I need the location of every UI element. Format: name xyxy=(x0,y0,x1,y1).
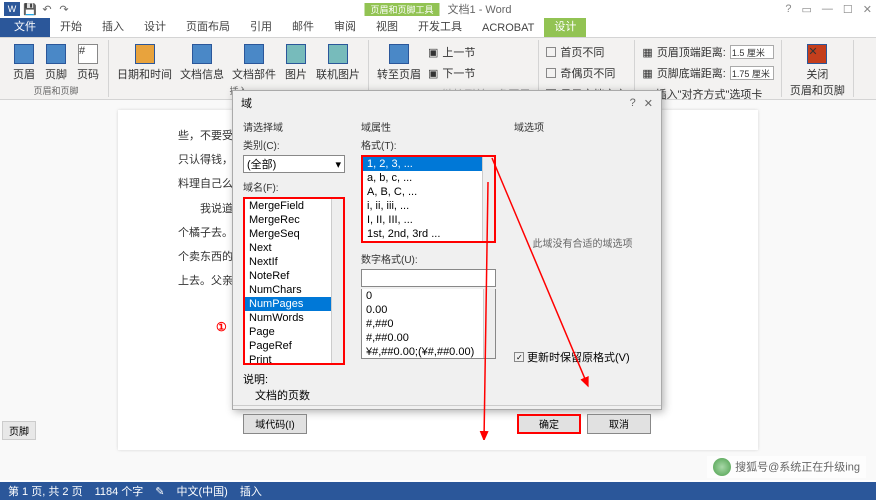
prev-section[interactable]: ▣ 上一节 xyxy=(427,42,532,62)
ok-button[interactable]: 确定 xyxy=(517,414,581,434)
header-top-dist[interactable]: ▦ 页眉顶端距离:1.5 厘米 xyxy=(641,42,774,62)
datetime-button[interactable]: 日期和时间 xyxy=(115,42,174,84)
diff-first-page[interactable]: 首页不同 xyxy=(545,42,628,62)
annotation-1: ① xyxy=(216,320,227,334)
dialog-title: 域 xyxy=(241,95,252,111)
word-icon: W xyxy=(4,2,20,16)
pagenum-button[interactable]: #页码 xyxy=(74,42,102,84)
contextual-tab-group: 页眉和页脚工具 xyxy=(365,3,440,16)
tab-insert[interactable]: 插入 xyxy=(92,15,134,37)
numfmt-input[interactable] xyxy=(361,269,496,287)
status-lang[interactable]: 中文(中国) xyxy=(177,483,228,499)
avatar-icon xyxy=(713,458,731,476)
tab-hf-design[interactable]: 设计 xyxy=(544,15,586,37)
docinfo-button[interactable]: 文档信息 xyxy=(178,42,226,84)
next-section[interactable]: ▣ 下一节 xyxy=(427,63,532,83)
status-mode[interactable]: 插入 xyxy=(240,483,262,499)
tab-acrobat[interactable]: ACROBAT xyxy=(472,19,544,37)
status-bar: 第 1 页, 共 2 页 1184 个字 ✎ 中文(中国) 插入 xyxy=(0,482,876,500)
maximize-icon[interactable]: ☐ xyxy=(843,3,853,16)
tab-design[interactable]: 设计 xyxy=(134,15,176,37)
file-tab[interactable]: 文件 xyxy=(0,15,50,37)
tab-developer[interactable]: 开发工具 xyxy=(408,15,472,37)
status-proof-icon[interactable]: ✎ xyxy=(155,485,164,498)
ribbon-options-icon[interactable]: ▭ xyxy=(802,3,812,16)
save-icon[interactable]: 💾 xyxy=(23,2,37,16)
field-dialog: 域 ? ✕ 请选择域 类别(C): (全部)▾ 域名(F): MergeFiel… xyxy=(232,90,662,410)
scrollbar[interactable] xyxy=(482,157,494,241)
scrollbar[interactable] xyxy=(331,199,343,363)
picture-button[interactable]: 图片 xyxy=(282,42,310,84)
minimize-icon[interactable]: — xyxy=(822,3,833,16)
footer-tab-label: 页脚 xyxy=(2,421,36,440)
goto-header-button[interactable]: 转至页眉 xyxy=(375,42,423,84)
preserve-checkbox[interactable]: 更新时保留原格式(V) xyxy=(514,349,651,365)
document-title: 文档1 - Word xyxy=(448,1,512,17)
header-button[interactable]: 页眉 xyxy=(10,42,38,84)
online-picture-button[interactable]: 联机图片 xyxy=(314,42,362,84)
tab-review[interactable]: 审阅 xyxy=(324,15,366,37)
dialog-close-icon[interactable]: ✕ xyxy=(644,97,653,110)
status-page[interactable]: 第 1 页, 共 2 页 xyxy=(8,483,83,499)
chevron-down-icon: ▾ xyxy=(335,158,341,171)
status-words[interactable]: 1184 个字 xyxy=(95,483,144,499)
footer-bottom-dist[interactable]: ▦ 页脚底端距离:1.75 厘米 xyxy=(641,63,774,83)
quick-access-toolbar: W 💾 ↶ ↷ xyxy=(0,1,75,17)
help-icon[interactable]: ? xyxy=(785,3,791,16)
field-codes-button[interactable]: 域代码(I) xyxy=(243,414,307,434)
field-name-listbox[interactable]: MergeFieldMergeRecMergeSeqNextNextIfNote… xyxy=(243,197,345,365)
footer-button[interactable]: 页脚 xyxy=(42,42,70,84)
tab-references[interactable]: 引用 xyxy=(240,15,282,37)
scrollbar[interactable] xyxy=(483,289,495,358)
title-bar: W 💾 ↶ ↷ 页眉和页脚工具 文档1 - Word ? ▭ — ☐ ✕ xyxy=(0,0,876,18)
redo-icon[interactable]: ↷ xyxy=(57,2,71,16)
close-hf-button[interactable]: ✕关闭 页眉和页脚 xyxy=(788,42,847,100)
tab-view[interactable]: 视图 xyxy=(366,15,408,37)
tab-mailings[interactable]: 邮件 xyxy=(282,15,324,37)
diff-odd-even[interactable]: 奇偶页不同 xyxy=(545,63,628,83)
cancel-button[interactable]: 取消 xyxy=(587,414,651,434)
close-icon[interactable]: ✕ xyxy=(863,3,872,16)
no-options-text: 此域没有合适的域选项 xyxy=(514,137,651,347)
field-description: 文档的页数 xyxy=(243,390,310,402)
ribbon-tabs: 文件 开始 插入 设计 页面布局 引用 邮件 审阅 视图 开发工具 ACROBA… xyxy=(0,18,876,38)
category-combo[interactable]: (全部)▾ xyxy=(243,155,345,173)
numfmt-listbox[interactable]: 00.00#,##0#,##0.00¥#,##0.00;(¥#,##0.00)0… xyxy=(361,289,496,359)
tab-home[interactable]: 开始 xyxy=(50,15,92,37)
watermark: 搜狐号@系统正在升级ing xyxy=(707,456,866,478)
undo-icon[interactable]: ↶ xyxy=(40,2,54,16)
format-listbox[interactable]: 1, 2, 3, ...a, b, c, ...A, B, C, ...i, i… xyxy=(361,155,496,243)
quickparts-button[interactable]: 文档部件 xyxy=(230,42,278,84)
dialog-help-icon[interactable]: ? xyxy=(630,97,636,110)
tab-layout[interactable]: 页面布局 xyxy=(176,15,240,37)
